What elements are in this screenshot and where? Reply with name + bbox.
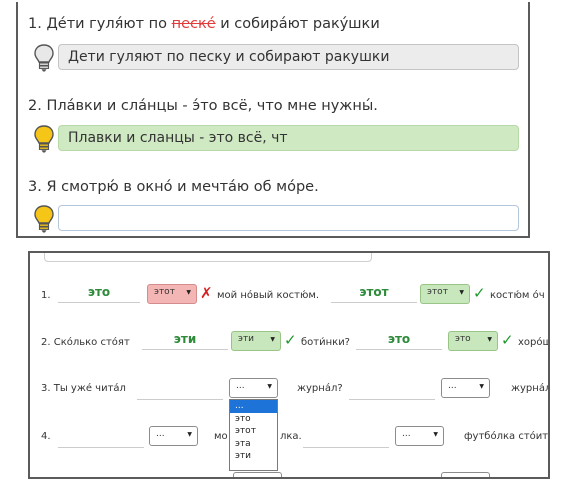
caret-down-icon: ▼ — [186, 289, 191, 296]
blank-4a[interactable] — [58, 430, 144, 448]
row-3-text-1: журнáл? — [297, 383, 343, 394]
row-1-text-2: костю́м óч — [490, 290, 545, 301]
row-4-text-2: футбóлка стóит — [464, 431, 549, 442]
lightbulb-on-icon[interactable] — [32, 124, 56, 154]
lightbulb-on-icon[interactable] — [32, 204, 56, 234]
select-3a-value: ... — [236, 381, 245, 391]
error-word: пескé — [171, 16, 216, 32]
caret-down-icon: ▼ — [267, 383, 272, 390]
check-icon: ✓ — [284, 331, 297, 349]
lightbulb-off-icon[interactable] — [32, 43, 56, 73]
blank-1a[interactable]: это — [58, 283, 140, 303]
select-3b-value: ... — [448, 381, 457, 391]
caret-down-icon: ▼ — [187, 431, 192, 438]
blank-5a[interactable] — [149, 468, 235, 477]
check-icon: ✓ — [473, 284, 486, 302]
row-3-number: 3. Ты ужé читáл — [41, 383, 126, 394]
row-3-text-2: журнáл — [511, 383, 550, 394]
row-1-text-1: мой нóвый костю́м. — [217, 290, 320, 301]
check-icon: ✓ — [501, 331, 514, 349]
row-2-text-1: боти́нки? — [301, 337, 350, 348]
cross-icon: ✗ — [200, 284, 213, 302]
select-1a-value: этот — [154, 287, 175, 297]
row-4-number: 4. — [41, 431, 51, 442]
caret-down-icon: ▼ — [487, 336, 492, 343]
select-5b[interactable] — [441, 472, 490, 477]
sentence-3: 3. Я смотрю́ в окнó и мечтáю об мóре. — [28, 179, 319, 195]
dropdown-option[interactable]: ... — [230, 400, 277, 413]
answer-field-3[interactable] — [58, 205, 519, 231]
dropdown-option[interactable]: эта — [230, 438, 277, 451]
select-1b[interactable]: этот ▼ — [420, 284, 470, 304]
sentence-1: 1. Дéти гуля́ют по пескé и собирáют раку… — [28, 16, 380, 32]
row-1-number: 1. — [41, 290, 51, 301]
dropdown-option[interactable]: эти — [230, 450, 277, 463]
caret-down-icon: ▼ — [479, 383, 484, 390]
blank-3b[interactable] — [349, 382, 435, 400]
dropdown-option[interactable]: это — [230, 413, 277, 426]
select-4a-value: ... — [156, 429, 165, 439]
exercise-panel-1: 1. Дéти гуля́ют по пескé и собирáют раку… — [16, 2, 530, 238]
dropdown-option[interactable]: этот — [230, 425, 277, 438]
blank-1b[interactable]: этот — [331, 283, 417, 303]
sentence-1-prefix: 1. Дéти гуля́ют по — [28, 16, 172, 32]
sentence-2: 2. Плáвки и слáнцы - э́то всё, что мне н… — [28, 98, 378, 114]
select-2a[interactable]: эти ▼ — [231, 331, 281, 351]
answer-field-2[interactable]: Плавки и сланцы - это всё, чт — [58, 125, 519, 151]
row-2-number: 2. Скóлько стóят — [41, 337, 130, 348]
sentence-1-suffix: и собирáют раку́шки — [215, 16, 380, 32]
select-5a[interactable] — [233, 472, 282, 477]
select-2a-value: эти — [238, 334, 255, 344]
blank-2b[interactable]: это — [356, 330, 442, 350]
select-1a[interactable]: этот ▼ — [147, 284, 197, 304]
select-3b[interactable]: ... ▼ — [441, 378, 490, 398]
select-2b[interactable]: это ▼ — [448, 331, 498, 351]
row-4-text-1: мо — [214, 431, 228, 442]
select-1b-value: этот — [427, 287, 448, 297]
blank-2a[interactable]: эти — [142, 330, 228, 350]
select-3a[interactable]: ... ▼ — [229, 378, 278, 398]
caret-down-icon: ▼ — [459, 289, 464, 296]
caret-down-icon: ▼ — [433, 431, 438, 438]
caret-down-icon: ▼ — [270, 336, 275, 343]
dropdown-list[interactable]: ... это этот эта эти — [229, 399, 278, 471]
blank-4b[interactable] — [303, 430, 389, 448]
exercise-panel-2: 1. это этот ▼ ✗ мой нóвый костю́м. этот … — [28, 251, 550, 479]
input-box[interactable] — [44, 253, 372, 262]
select-4b-value: ... — [402, 429, 411, 439]
blank-3a[interactable] — [137, 382, 223, 400]
select-4a[interactable]: ... ▼ — [149, 426, 198, 446]
select-2b-value: это — [455, 334, 471, 344]
select-4b[interactable]: ... ▼ — [395, 426, 444, 446]
row-4-text-1b: лка. — [280, 431, 302, 442]
row-2-text-2: хорóш — [518, 337, 550, 348]
answer-field-1[interactable]: Дети гуляют по песку и собирают ракушки — [58, 44, 519, 70]
